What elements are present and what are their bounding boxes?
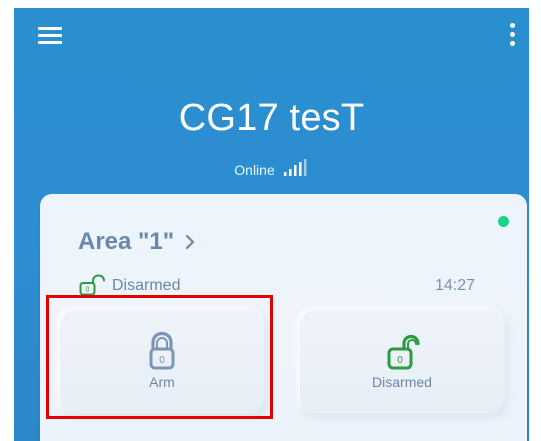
connection-status: Online	[14, 158, 529, 178]
lock-open-icon: 0	[387, 334, 420, 370]
menu-icon-line-2	[38, 34, 62, 37]
lock-open-icon: 0	[79, 274, 105, 296]
header-panel: CG17 tesT Online Area "1" 0 Disarmed 14:…	[14, 8, 529, 441]
disarmed-button[interactable]: 0 Disarmed	[300, 311, 504, 413]
signal-bars-icon	[283, 159, 307, 176]
disarmed-button-label: Disarmed	[372, 374, 432, 390]
online-status-dot	[498, 216, 509, 227]
panel-title: CG17 tesT	[178, 97, 365, 139]
arm-button-label: Arm	[149, 374, 175, 390]
arm-button[interactable]: 0 Arm	[60, 311, 264, 413]
more-options-button[interactable]	[507, 22, 519, 48]
menu-icon-line-1	[38, 27, 62, 30]
last-update-time: 14:27	[434, 277, 475, 294]
area-title-link[interactable]: Area "1"	[78, 228, 198, 256]
lock-closed-icon: 0	[149, 331, 175, 370]
app-screen: CG17 tesT Online Area "1" 0 Disarmed 14:…	[0, 0, 541, 441]
area-state: 0 Disarmed	[78, 274, 180, 298]
more-icon-dot-2	[510, 32, 515, 37]
connection-status-label: Online	[234, 162, 275, 178]
svg-text:0: 0	[397, 355, 403, 366]
menu-icon-line-3	[38, 41, 62, 44]
area-status-row: 0 Disarmed 14:27	[78, 274, 503, 298]
area-state-label: Disarmed	[112, 277, 181, 294]
svg-text:0: 0	[86, 287, 90, 294]
chevron-right-icon	[186, 234, 195, 250]
menu-button[interactable]	[38, 24, 62, 46]
area-card: Area "1" 0 Disarmed 14:27 0 Arm 0 Disarm…	[40, 194, 527, 441]
more-icon-dot-1	[510, 23, 515, 28]
svg-text:0: 0	[159, 355, 165, 366]
area-title: Area "1"	[78, 228, 175, 255]
more-icon-dot-3	[510, 41, 515, 46]
